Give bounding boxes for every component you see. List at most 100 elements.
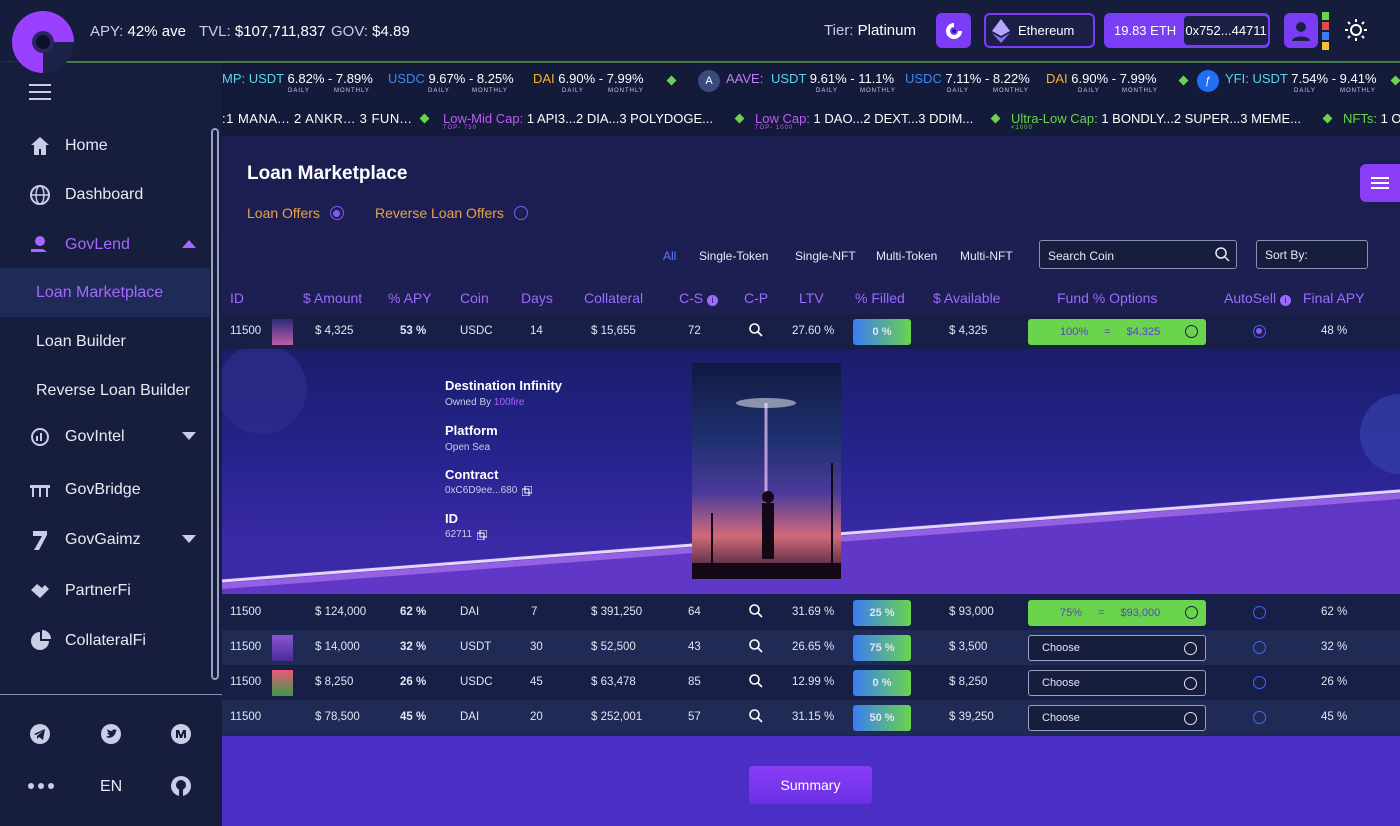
fund-options-select[interactable]: 100% = $4,325 <box>1028 319 1206 345</box>
ticker-cap-item: NFTs: 1 O <box>1343 111 1400 126</box>
wallet-address: 0x752...44711 <box>1184 16 1268 45</box>
sidebar-item-reverse-loan-builder[interactable]: Reverse Loan Builder <box>0 366 210 415</box>
nft-name: Destination Infinity <box>445 378 562 393</box>
magnifier-icon[interactable] <box>749 604 763 618</box>
table-row[interactable]: 11500 $ 78,500 45 % DAI 20 $ 252,001 57 … <box>222 700 1400 735</box>
aave-icon: A <box>698 70 720 92</box>
ethereum-icon <box>992 18 1010 43</box>
radio-unselected <box>513 206 528 220</box>
contract-label: Contract <box>445 467 499 482</box>
table-row[interactable]: 11500 $ 4,325 53 % USDC 14 $ 15,655 72 2… <box>222 314 1400 349</box>
copy-icon[interactable] <box>477 529 488 540</box>
sidebar-item-govgaimz[interactable]: GovGaimz <box>0 515 210 564</box>
col-autosell[interactable]: AutoSell i <box>1224 290 1292 306</box>
magnifier-icon[interactable] <box>749 709 763 723</box>
col-days[interactable]: Days <box>521 290 553 306</box>
chevron-down-icon <box>1184 677 1197 690</box>
nft-thumbnail[interactable] <box>272 635 293 661</box>
more-icon[interactable] <box>28 782 54 790</box>
sidebar-item-home[interactable]: Home <box>0 121 210 170</box>
medium-icon[interactable] <box>170 723 192 745</box>
filter-single-token[interactable]: Single-Token <box>699 249 768 263</box>
summary-button[interactable]: Summary <box>749 766 872 804</box>
sort-by-select[interactable]: Sort By: <box>1256 240 1368 269</box>
hamburger-menu-icon[interactable] <box>29 84 51 100</box>
autosell-radio[interactable] <box>1253 325 1266 338</box>
tier-label: Tier: Platinum <box>824 22 916 39</box>
sidebar-item-loan-marketplace[interactable]: Loan Marketplace <box>0 268 210 317</box>
col-cp[interactable]: C-P <box>744 290 768 306</box>
nft-thumbnail[interactable] <box>272 670 293 696</box>
fund-options-select[interactable]: 75% = $93,000 <box>1028 600 1206 626</box>
sidebar-item-partnerfi[interactable]: PartnerFi <box>0 566 210 615</box>
language-selector[interactable]: EN <box>100 778 122 796</box>
sidebar-item-dashboard[interactable]: Dashboard <box>0 170 210 219</box>
ticker-separator <box>1178 75 1189 86</box>
app-logo[interactable] <box>12 11 74 73</box>
user-icon <box>1292 21 1310 41</box>
wallet-balance: 19.83 ETH <box>1114 23 1177 38</box>
autosell-radio[interactable] <box>1253 606 1266 619</box>
col-available[interactable]: $ Available <box>933 290 1000 306</box>
search-coin-input[interactable]: Search Coin <box>1039 240 1237 269</box>
fund-options-select[interactable]: Choose <box>1028 705 1206 731</box>
autosell-radio[interactable] <box>1253 711 1266 724</box>
magnifier-icon[interactable] <box>749 674 763 688</box>
reverse-loan-offers-radio[interactable]: Reverse Loan Offers <box>375 205 528 221</box>
magnifier-icon[interactable] <box>749 639 763 653</box>
col-fund-options[interactable]: Fund % Options <box>1057 290 1157 306</box>
ticker-cap-item: Ultra-Low Cap: 1 BONDLY...2 SUPER...3 ME… <box>1011 111 1301 126</box>
nft-owner: Owned By 100fire <box>445 397 525 408</box>
autosell-radio[interactable] <box>1253 676 1266 689</box>
sidebar-scrollbar[interactable] <box>211 128 219 680</box>
filled-badge: 50 % <box>853 705 911 731</box>
col-apy[interactable]: % APY <box>388 290 432 306</box>
nft-thumbnail[interactable] <box>272 319 293 345</box>
ticker-item: MP: USDT 6.82% - 7.89% <box>222 71 373 86</box>
copy-icon[interactable] <box>522 485 533 496</box>
sidebar-item-govbridge[interactable]: GovBridge <box>0 465 210 514</box>
col-cs[interactable]: C-S i <box>679 290 719 306</box>
platform-label: Platform <box>445 423 498 438</box>
lend-hand-icon <box>29 234 51 256</box>
side-menu-button[interactable] <box>1360 164 1400 202</box>
fund-options-select[interactable]: Choose <box>1028 635 1206 661</box>
ticker-cap-item: Low-Mid Cap: 1 API3...2 DIA...3 POLYDOGE… <box>443 111 713 126</box>
table-row[interactable]: 11500 $ 8,250 26 % USDC 45 $ 63,478 85 1… <box>222 665 1400 700</box>
yfi-icon: ƒ <box>1197 70 1219 92</box>
gov-stat: GOV: $4.89 <box>331 23 410 40</box>
id-value: 62711 <box>445 529 488 540</box>
col-amount[interactable]: $ Amount <box>303 290 362 306</box>
github-icon[interactable] <box>170 775 192 797</box>
col-collateral[interactable]: Collateral <box>584 290 643 306</box>
globe-icon <box>29 184 51 206</box>
col-filled[interactable]: % Filled <box>855 290 905 306</box>
sidebar-item-govintel[interactable]: GovIntel <box>0 412 210 461</box>
loan-offers-radio[interactable]: Loan Offers <box>247 205 344 221</box>
col-id[interactable]: ID <box>230 290 244 306</box>
sidebar-item-loan-builder[interactable]: Loan Builder <box>0 317 210 366</box>
ticker-item: USDC 9.67% - 8.25% <box>388 71 514 86</box>
fund-options-select[interactable]: Choose <box>1028 670 1206 696</box>
telegram-icon[interactable] <box>29 723 51 745</box>
accent-line <box>40 42 1400 63</box>
magnifier-icon[interactable] <box>749 323 763 337</box>
filter-multi-nft[interactable]: Multi-NFT <box>960 249 1013 263</box>
filter-multi-token[interactable]: Multi-Token <box>876 249 937 263</box>
table-row[interactable]: 11500 $ 124,000 62 % DAI 7 $ 391,250 64 … <box>222 595 1400 630</box>
col-ltv[interactable]: LTV <box>799 290 824 306</box>
filter-all[interactable]: All <box>663 249 676 263</box>
handshake-icon <box>29 580 51 602</box>
sidebar-item-collateralfi[interactable]: CollateralFi <box>0 616 210 665</box>
nft-image[interactable] <box>692 363 841 579</box>
sun-icon[interactable] <box>1344 18 1368 42</box>
sidebar-item-govlend[interactable]: GovLend <box>0 220 210 269</box>
autosell-radio[interactable] <box>1253 641 1266 654</box>
table-row[interactable]: 11500 $ 14,000 32 % USDT 30 $ 52,500 43 … <box>222 630 1400 665</box>
sidebar: Home Dashboard GovLend Loan Marketplace … <box>0 62 222 826</box>
ticker-cap-item: Low Cap: 1 DAO...2 DEXT...3 DDIM... <box>755 111 974 126</box>
col-final-apy[interactable]: Final APY <box>1303 290 1364 306</box>
filter-single-nft[interactable]: Single-NFT <box>795 249 856 263</box>
twitter-icon[interactable] <box>100 723 122 745</box>
col-coin[interactable]: Coin <box>460 290 489 306</box>
